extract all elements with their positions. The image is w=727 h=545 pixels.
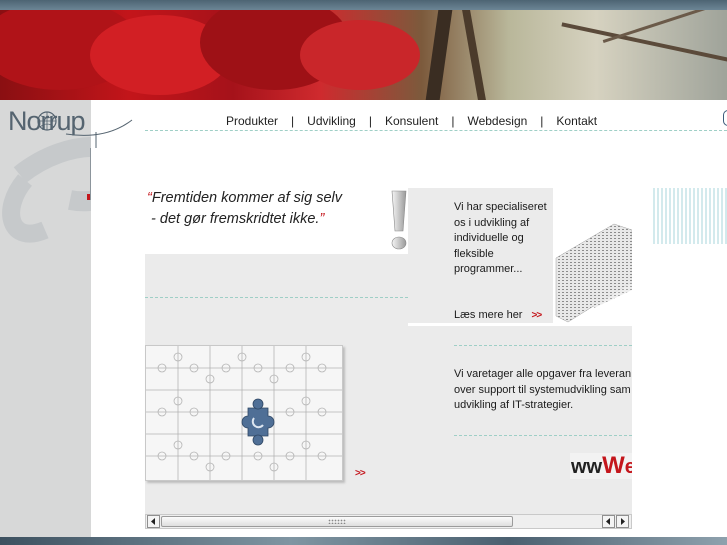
quote-close-mark: ” xyxy=(319,211,325,227)
horizontal-scrollbar[interactable] xyxy=(145,514,632,529)
arrow-right-icon xyxy=(621,518,625,525)
puzzle-image[interactable] xyxy=(145,345,343,481)
nav-separator: | xyxy=(540,114,544,128)
nav-webdesign[interactable]: Webdesign xyxy=(463,114,531,128)
quote-line-1: Fremtiden kommer af sig selv xyxy=(151,190,343,206)
specialized-line: os i udvikling af xyxy=(454,216,530,229)
read-more-link[interactable]: Læs mere her >> xyxy=(454,308,543,324)
right-divider-top xyxy=(454,345,632,346)
grip-icon xyxy=(328,519,346,524)
binary-paper-image xyxy=(554,220,632,326)
nav-separator: | xyxy=(368,114,372,128)
specialized-line: programmer... xyxy=(454,263,523,275)
www-logo[interactable]: wwWe xyxy=(570,453,632,479)
bottom-panel xyxy=(145,482,632,514)
nav-separator: | xyxy=(451,114,455,128)
specialized-line: fleksible xyxy=(454,247,494,260)
tasks-text: Vi varetager alle opgaver fra leveran ov… xyxy=(454,367,632,414)
tagline-quote: “Fremtiden kommer af sig selv - det gør … xyxy=(147,188,342,230)
nav-kontakt[interactable]: Kontakt xyxy=(552,114,601,128)
tasks-line: udvikling af IT-strategier. xyxy=(454,399,574,411)
exclamation-icon xyxy=(388,189,410,253)
read-more-label[interactable]: Læs mere her xyxy=(454,309,522,321)
nav-separator: | xyxy=(291,114,295,128)
hero-photo xyxy=(0,10,727,100)
specialized-line: individuelle og xyxy=(454,232,524,244)
right-divider-bottom xyxy=(454,435,632,436)
main-nav: Produkter | Udvikling | Konsulent | Webd… xyxy=(222,112,601,130)
top-frame-bar xyxy=(0,0,727,10)
quote-line-2: - det gør fremskridtet ikke. xyxy=(147,211,320,227)
arrow-left-icon xyxy=(606,518,610,525)
tasks-line: over support til systemudvikling sam xyxy=(454,383,631,396)
logo-line xyxy=(90,148,91,200)
norrup-logo[interactable]: Norrup xyxy=(6,104,136,148)
puzzle-arrow[interactable]: >> xyxy=(355,468,366,479)
nav-produkter[interactable]: Produkter xyxy=(222,114,282,128)
read-more-arrow[interactable]: >> xyxy=(532,310,543,321)
tasks-line: Vi varetager alle opgaver fra leveran xyxy=(454,368,632,380)
left-strip xyxy=(0,100,91,537)
specialized-line: Vi har specialiseret xyxy=(454,201,547,213)
nav-udvikling[interactable]: Udvikling xyxy=(303,114,360,128)
scroll-right-button[interactable] xyxy=(616,515,629,528)
bottom-frame-bar xyxy=(0,537,727,545)
scroll-left-button-2[interactable] xyxy=(602,515,615,528)
partial-icon xyxy=(723,110,727,126)
specialized-text: Vi har specialiseret os i udvikling af i… xyxy=(454,200,554,278)
left-divider xyxy=(145,297,408,298)
scrollbar-thumb[interactable] xyxy=(161,516,513,527)
scroll-left-button[interactable] xyxy=(147,515,160,528)
nav-divider xyxy=(145,130,727,131)
matrix-pattern-image xyxy=(653,188,727,244)
nav-konsulent[interactable]: Konsulent xyxy=(381,114,442,128)
arrow-left-icon xyxy=(151,518,155,525)
